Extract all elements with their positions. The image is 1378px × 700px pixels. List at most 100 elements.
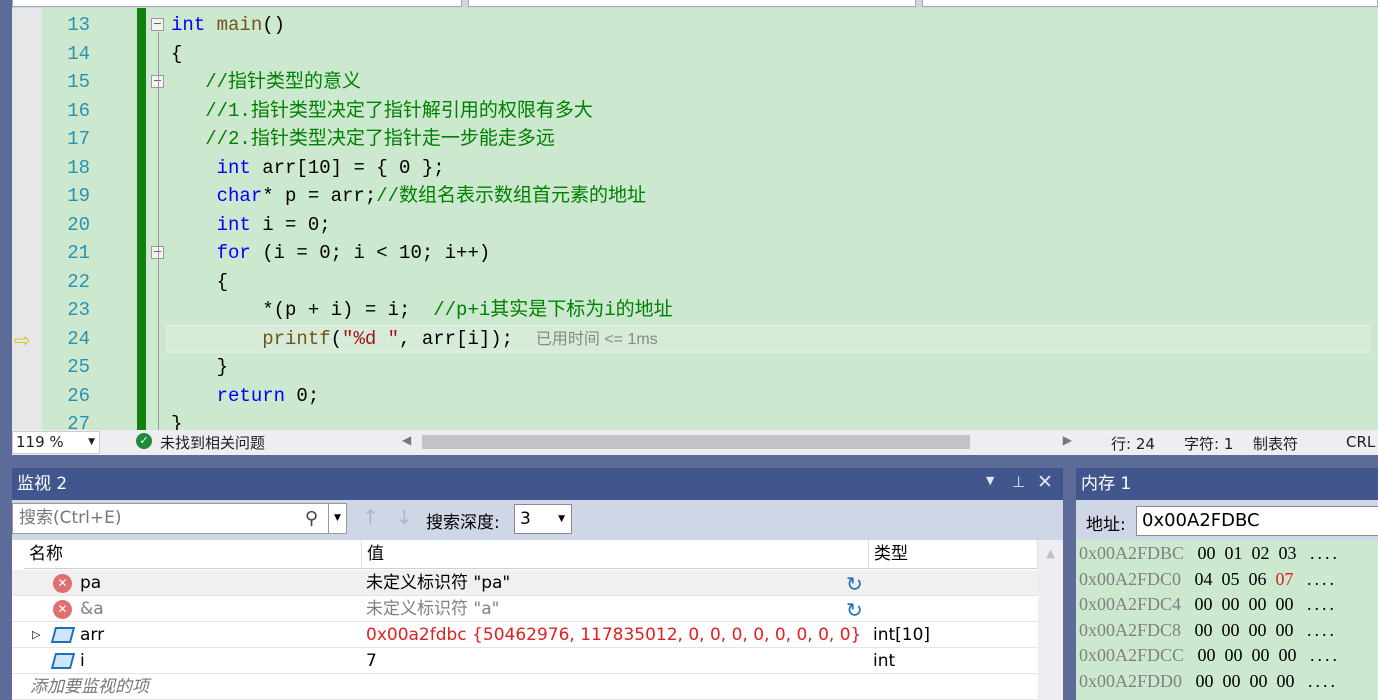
- code-line[interactable]: for (i = 0; i < 10; i++): [171, 239, 491, 267]
- code-line[interactable]: }: [171, 410, 182, 430]
- watch-name[interactable]: &a: [76, 596, 104, 622]
- memory-byte[interactable]: 05: [1222, 569, 1240, 589]
- memory-byte[interactable]: 00: [1195, 594, 1213, 614]
- refresh-icon[interactable]: ↻: [846, 597, 863, 623]
- watch-row[interactable]: i 7 int: [12, 648, 1038, 674]
- watch-row[interactable]: ✕ &a 未定义标识符 "a" ↻: [12, 596, 1038, 622]
- close-icon[interactable]: ✕: [1037, 471, 1053, 493]
- refresh-icon[interactable]: ↻: [846, 571, 863, 597]
- line-number: 13: [67, 14, 90, 36]
- horizontal-scrollbar[interactable]: ◀ ▶: [402, 433, 1072, 449]
- arrow-up-icon[interactable]: ↑: [362, 505, 379, 529]
- memory-row[interactable]: 0x00A2FDC4 00 00 00 00 ....: [1079, 591, 1337, 617]
- watch-name[interactable]: pa: [76, 570, 101, 596]
- scrollbar-thumb[interactable]: [422, 435, 970, 449]
- memory-byte[interactable]: 00: [1279, 645, 1297, 665]
- memory-row[interactable]: 0x00A2FDCC 00 00 00 00 ....: [1079, 642, 1340, 668]
- code-line[interactable]: //1.指针类型决定了指针解引用的权限有多大: [171, 97, 593, 125]
- memory-byte[interactable]: 00: [1225, 645, 1243, 665]
- code-line[interactable]: {: [171, 268, 228, 296]
- code-line[interactable]: *(p + i) = i; //p+i其实是下标为i的地址: [171, 296, 672, 324]
- code-line[interactable]: return 0;: [171, 382, 320, 410]
- code-line[interactable]: }: [171, 353, 228, 381]
- watch-value[interactable]: 未定义标识符 "pa": [362, 570, 510, 596]
- watch-row[interactable]: ✕ pa 未定义标识符 "pa" ↻: [12, 570, 1038, 596]
- memory-byte[interactable]: 04: [1195, 569, 1213, 589]
- zoom-dropdown[interactable]: 119 % ▼: [12, 431, 100, 454]
- column-header-value[interactable]: 值: [362, 540, 869, 569]
- memory-row[interactable]: 0x00A2FDC8 00 00 00 00 ....: [1079, 617, 1337, 643]
- memory-byte[interactable]: 00: [1195, 620, 1213, 640]
- member-dropdown[interactable]: [922, 0, 1378, 7]
- memory-byte[interactable]: 00: [1222, 620, 1240, 640]
- watch-row[interactable]: ▷ arr 0x00a2fdbc {50462976, 117835012, 0, …: [12, 622, 1038, 648]
- code-editor[interactable]: ⇨ 13 int main() 14 {15 //指针类型的意义 16 //1.指针类型…: [12, 8, 1378, 430]
- search-icon[interactable]: ⚲: [305, 504, 318, 533]
- memory-byte[interactable]: 00: [1198, 543, 1216, 563]
- watch-name[interactable]: i: [76, 648, 85, 674]
- watch-value[interactable]: 7: [362, 648, 377, 674]
- chevron-down-icon[interactable]: ▼: [328, 504, 346, 533]
- search-depth-dropdown[interactable]: 3 ▼: [514, 504, 572, 534]
- memory-byte[interactable]: 00: [1249, 620, 1267, 640]
- code-line[interactable]: printf("%d ", arr[i]); 已用时间 <= 1ms: [171, 325, 657, 353]
- memory-row[interactable]: 0x00A2FDC0 04 05 06 07 ....: [1079, 566, 1337, 592]
- watch-name[interactable]: arr: [76, 622, 104, 648]
- watch-value[interactable]: 未定义标识符 "a": [362, 596, 499, 622]
- memory-byte[interactable]: 03: [1279, 543, 1297, 563]
- arrow-down-icon[interactable]: ↓: [396, 505, 413, 529]
- code-line[interactable]: int i = 0;: [171, 211, 331, 239]
- scroll-left-icon[interactable]: ◀: [402, 433, 411, 447]
- memory-byte[interactable]: 00: [1223, 671, 1241, 691]
- memory-byte[interactable]: 00: [1250, 671, 1268, 691]
- address-input[interactable]: 0x00A2FDBC: [1136, 506, 1378, 536]
- column-header-name[interactable]: 名称: [24, 540, 362, 569]
- memory-byte[interactable]: 00: [1222, 594, 1240, 614]
- memory-byte[interactable]: 00: [1276, 620, 1294, 640]
- scroll-up-icon[interactable]: ▲: [1046, 546, 1055, 560]
- project-dropdown[interactable]: [12, 0, 462, 7]
- window-position-dropdown-icon[interactable]: ▼: [986, 474, 994, 487]
- memory-byte[interactable]: 02: [1252, 543, 1270, 563]
- code-line[interactable]: int arr[10] = { 0 };: [171, 154, 445, 182]
- breakpoint-gutter[interactable]: [12, 8, 42, 430]
- line-number: 21: [67, 242, 90, 264]
- vertical-scrollbar[interactable]: [1370, 8, 1378, 430]
- memory-byte[interactable]: 00: [1276, 594, 1294, 614]
- issues-status[interactable]: 未找到相关问题: [160, 432, 265, 453]
- memory-byte[interactable]: 00: [1252, 645, 1270, 665]
- pin-icon[interactable]: ⊥: [1012, 473, 1025, 491]
- column-header-type[interactable]: 类型: [869, 540, 1038, 569]
- eol-indicator[interactable]: CRL: [1346, 433, 1375, 451]
- expand-icon[interactable]: ▷: [32, 622, 40, 648]
- editor-status-bar: 119 % ▼ ✓ 未找到相关问题 ◀ ▶ 行: 24 字符: 1 制表符 CRL: [12, 430, 1378, 455]
- code-line[interactable]: int main(): [171, 11, 285, 39]
- memory-byte[interactable]: 01: [1225, 543, 1243, 563]
- memory-byte[interactable]: 07: [1276, 569, 1294, 589]
- code-line[interactable]: char* p = arr;//数组名表示数组首元素的地址: [171, 182, 646, 210]
- scroll-right-icon[interactable]: ▶: [1063, 433, 1072, 447]
- search-input[interactable]: 搜索(Ctrl+E) ⚲ ▼: [12, 503, 347, 534]
- watch-value[interactable]: 0x00a2fdbc {50462976, 117835012, 0, 0, 0…: [362, 622, 861, 648]
- code-line[interactable]: {: [171, 40, 182, 68]
- code-line[interactable]: //指针类型的意义: [171, 68, 361, 96]
- memory-row[interactable]: 0x00A2FDBC 00 01 02 03 ....: [1079, 540, 1340, 566]
- add-watch-item[interactable]: 添加要监视的项: [12, 674, 1038, 700]
- line-indicator[interactable]: 行: 24: [1111, 433, 1155, 454]
- scope-dropdown[interactable]: [468, 0, 916, 7]
- code-token: (): [262, 14, 286, 36]
- memory-byte[interactable]: 00: [1198, 645, 1216, 665]
- char-indicator[interactable]: 字符: 1: [1184, 433, 1233, 454]
- vertical-scrollbar[interactable]: ▲: [1038, 540, 1063, 700]
- tabs-indicator[interactable]: 制表符: [1253, 433, 1298, 454]
- code-token: {: [171, 42, 183, 65]
- memory-row[interactable]: 0x00A2FDD0 00 00 00 00 ....: [1079, 668, 1338, 694]
- memory-byte[interactable]: 00: [1277, 671, 1295, 691]
- collapse-icon[interactable]: −: [151, 18, 164, 31]
- search-depth-label: 搜索深度:: [426, 513, 500, 533]
- memory-byte[interactable]: 00: [1249, 594, 1267, 614]
- code-line[interactable]: //2.指针类型决定了指针走一步能走多远: [171, 125, 555, 153]
- memory-byte[interactable]: 00: [1196, 671, 1214, 691]
- memory-byte[interactable]: 06: [1249, 569, 1267, 589]
